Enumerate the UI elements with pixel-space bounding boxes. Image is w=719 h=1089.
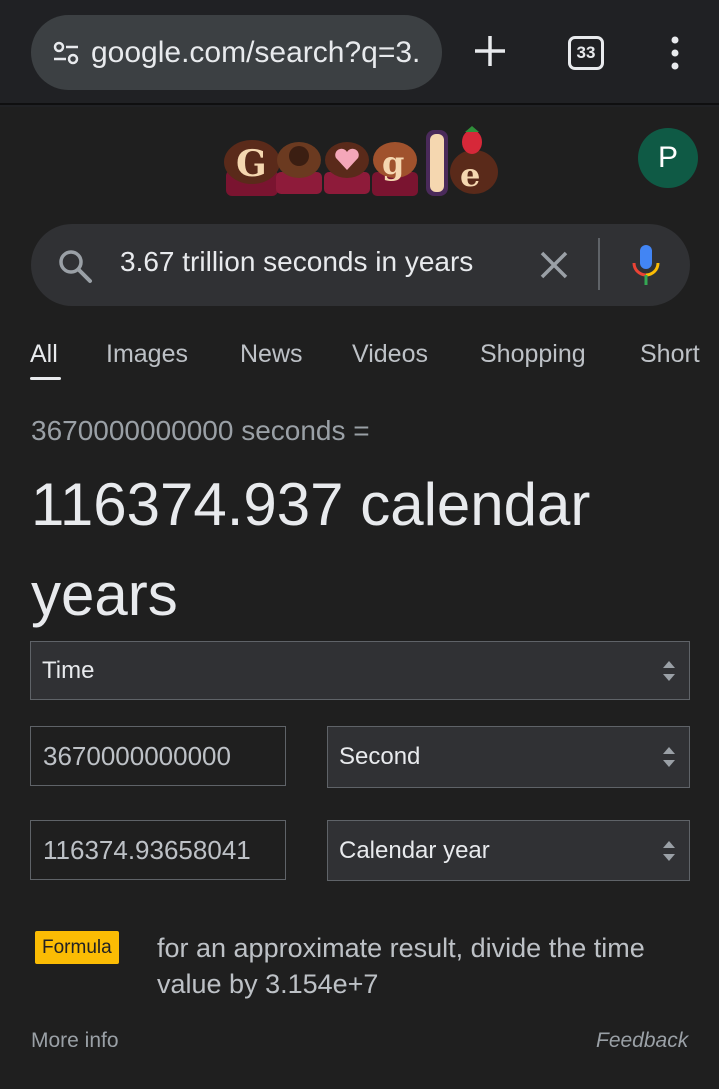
unit-category-select[interactable]: Time — [30, 641, 690, 700]
conversion-source: 3670000000000 seconds = — [31, 415, 370, 446]
more-info-link[interactable]: More info — [31, 1029, 119, 1053]
search-icon — [59, 250, 92, 283]
from-value: 3670000000000 — [43, 740, 231, 771]
active-tab-indicator — [30, 377, 61, 380]
select-arrows-icon — [663, 840, 675, 861]
to-value: 116374.93658041 — [43, 834, 251, 865]
conversion-result: 116374.937 calendar years — [31, 471, 591, 628]
tab-switcher-button[interactable]: 33 — [568, 36, 604, 70]
svg-text:e: e — [460, 156, 480, 194]
tab-videos[interactable]: Videos — [352, 340, 428, 369]
from-value-input[interactable]: 3670000000000 — [30, 726, 286, 786]
to-value-input[interactable]: 116374.93658041 — [30, 820, 286, 880]
new-tab-icon[interactable] — [472, 33, 508, 69]
address-url: google.com/search?q=3. — [91, 35, 421, 69]
tab-all[interactable]: All — [30, 340, 58, 369]
microphone-icon[interactable] — [629, 243, 663, 287]
unit-category-value: Time — [42, 656, 95, 684]
search-tabs: All Images News Videos Shopping Short — [0, 330, 719, 385]
search-input[interactable]: 3.67 trillion seconds in years — [120, 246, 473, 278]
tab-shopping[interactable]: Shopping — [480, 340, 586, 369]
tab-images[interactable]: Images — [106, 340, 188, 369]
site-settings-icon[interactable] — [53, 40, 79, 66]
formula-text: for an approximate result, divide the ti… — [157, 933, 645, 999]
account-avatar[interactable]: P — [638, 128, 698, 188]
address-bar[interactable]: google.com/search?q=3. — [31, 15, 442, 90]
to-unit-value: Calendar year — [339, 836, 490, 864]
to-unit-select[interactable]: Calendar year — [327, 820, 690, 881]
formula-badge-label: Formula — [42, 936, 112, 958]
svg-text:G: G — [236, 143, 267, 185]
select-arrows-icon — [663, 747, 675, 767]
clear-icon[interactable] — [539, 250, 569, 280]
search-divider — [598, 238, 600, 290]
tab-count: 33 — [576, 43, 596, 62]
feedback-link[interactable]: Feedback — [596, 1029, 688, 1053]
svg-text:g: g — [382, 144, 404, 182]
from-unit-value: Second — [339, 743, 421, 770]
more-options-icon[interactable] — [667, 36, 683, 70]
tab-news[interactable]: News — [240, 340, 303, 369]
select-arrows-icon — [663, 660, 675, 681]
browser-toolbar: google.com/search?q=3. 33 — [0, 0, 719, 105]
avatar-letter: P — [657, 141, 678, 174]
google-doodle-logo[interactable]: G g e — [222, 126, 500, 204]
search-box[interactable]: 3.67 trillion seconds in years — [31, 224, 690, 306]
formula-badge: Formula — [35, 931, 119, 964]
tab-short[interactable]: Short — [640, 340, 700, 369]
from-unit-select[interactable]: Second — [327, 726, 690, 788]
